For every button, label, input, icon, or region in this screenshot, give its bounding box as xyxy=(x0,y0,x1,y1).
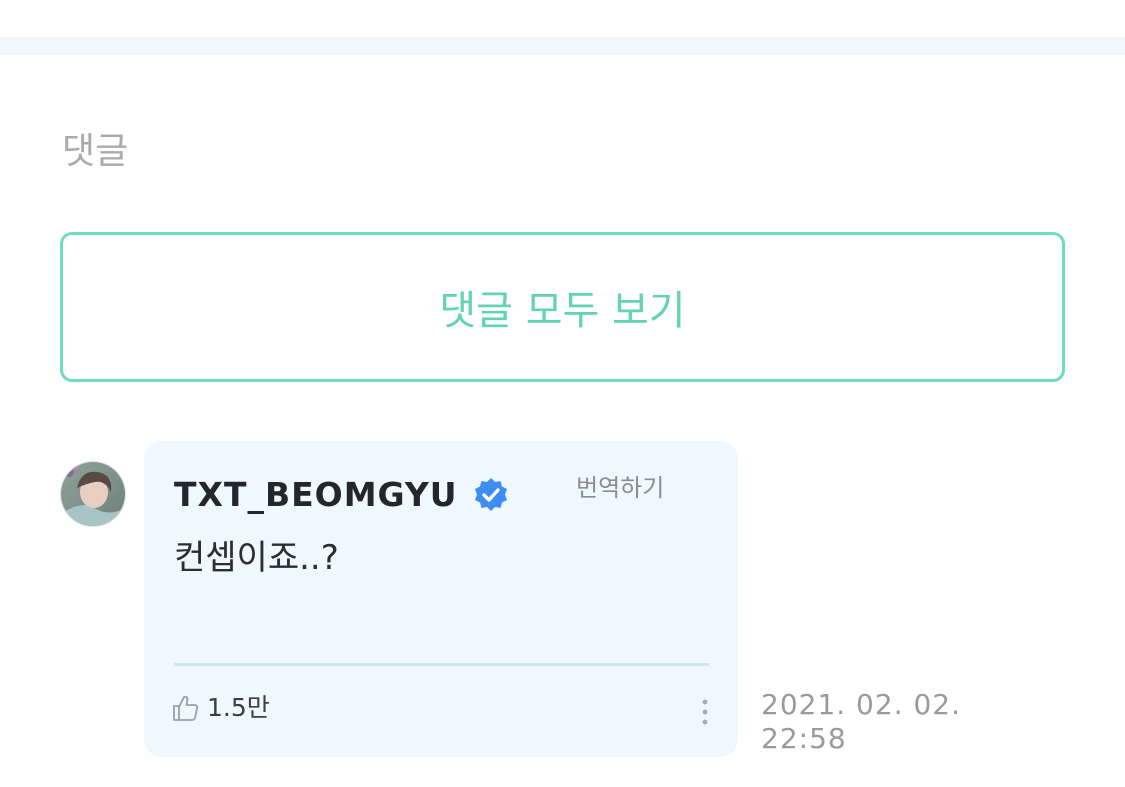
comment-divider xyxy=(174,663,709,666)
avatar[interactable] xyxy=(60,461,126,527)
comment-time: 22:58 xyxy=(761,722,847,755)
author-name[interactable]: TXT_BEOMGYU xyxy=(174,475,458,515)
view-all-comments-button[interactable]: 댓글 모두 보기 xyxy=(60,232,1065,382)
thumbs-up-icon xyxy=(170,693,200,723)
comment-card: TXT_BEOMGYU 번역하기 컨셉이죠..? 1.5만 xyxy=(144,441,738,757)
comment-timestamp: 2021. 02. 02. 22:58 xyxy=(761,688,1021,756)
more-vertical-icon[interactable] xyxy=(698,697,712,727)
comments-section-title: 댓글 xyxy=(62,131,129,172)
comment-date: 2021. 02. 02. xyxy=(761,688,962,721)
translate-button[interactable]: 번역하기 xyxy=(576,473,664,503)
avatar-image xyxy=(61,462,125,526)
comment-text: 컨셉이죠..? xyxy=(174,538,339,578)
like-count: 1.5만 xyxy=(207,693,270,722)
verified-badge-icon xyxy=(472,476,510,514)
section-divider xyxy=(0,37,1125,55)
like-button[interactable]: 1.5만 xyxy=(170,693,270,723)
author-row: TXT_BEOMGYU xyxy=(174,475,510,515)
